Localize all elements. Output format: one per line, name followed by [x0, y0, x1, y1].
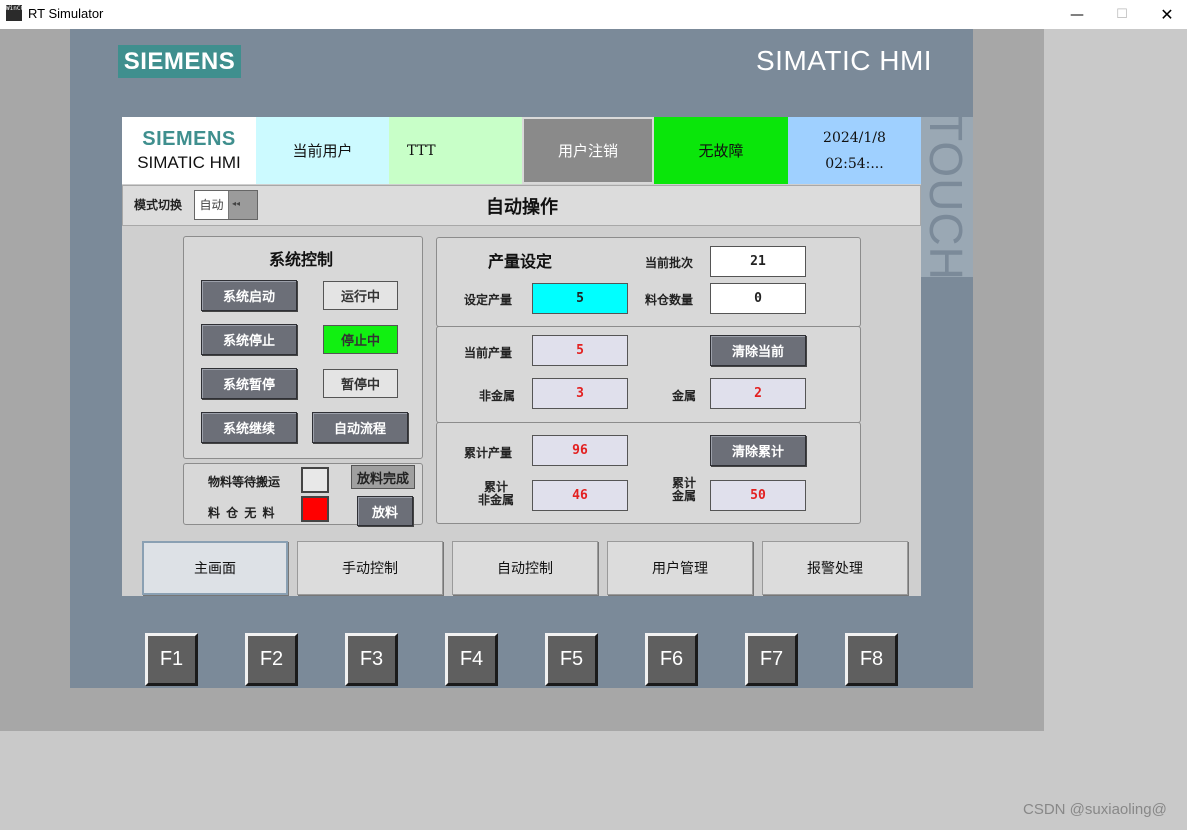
batch-value: 21: [710, 246, 806, 277]
csdn-watermark: CSDN @suxiaoling@: [1023, 801, 1167, 818]
mode-switch-value: 自动: [195, 191, 229, 219]
material-waiting-label: 物料等待搬运: [208, 475, 281, 489]
switch-arrows-icon: ◂◂: [232, 199, 241, 208]
nav-main-screen[interactable]: 主画面: [142, 541, 288, 595]
production-set-title: 产量设定: [488, 252, 553, 271]
f3-key[interactable]: F3: [345, 633, 398, 686]
mode-switch[interactable]: 自动 ◂◂: [194, 190, 258, 220]
running-status: 运行中: [323, 281, 398, 310]
nav-user-management[interactable]: 用户管理: [607, 541, 753, 595]
release-button[interactable]: 放料: [357, 496, 413, 526]
total-nonmetal-label-line2: 非金属: [478, 493, 515, 507]
date-value: 2024/1/8: [823, 129, 886, 146]
nonmetal-value: 3: [532, 378, 628, 409]
bin-empty-indicator: [301, 496, 329, 522]
stopped-status: 停止中: [323, 325, 398, 354]
total-production-value: 96: [532, 435, 628, 466]
current-user-label: 当前用户: [256, 117, 389, 184]
set-production-label: 设定产量: [464, 293, 513, 307]
device-brand-label: SIMATIC HMI: [756, 45, 933, 76]
f5-key[interactable]: F5: [545, 633, 598, 686]
total-production-label: 累计产量: [464, 446, 513, 460]
system-start-button[interactable]: 系统启动: [201, 280, 297, 311]
fault-status: 无故障: [654, 117, 788, 184]
time-value: 02:54:...: [825, 155, 884, 172]
bin-quantity-value: 0: [710, 283, 806, 314]
close-button[interactable]: ✕: [1144, 0, 1187, 29]
release-done-button[interactable]: 放料完成: [351, 465, 415, 489]
f1-key[interactable]: F1: [145, 633, 198, 686]
touch-label: TOUCH: [920, 113, 972, 281]
system-pause-button[interactable]: 系统暂停: [201, 368, 297, 399]
paused-status: 暂停中: [323, 369, 398, 398]
auto-flow-button[interactable]: 自动流程: [312, 412, 408, 443]
device-siemens-logo: SIEMENS: [118, 45, 241, 78]
window-title: RT Simulator: [28, 6, 104, 21]
mode-switch-label: 模式切换: [134, 198, 183, 212]
window-titlebar: WinCC RT Simulator — ☐ ✕: [0, 0, 1187, 29]
system-control-title: 系统控制: [269, 250, 334, 269]
f6-key[interactable]: F6: [645, 633, 698, 686]
material-waiting-indicator: [301, 467, 329, 493]
header-logo-siemens: SIEMENS: [142, 128, 236, 150]
clear-total-button[interactable]: 清除累计: [710, 435, 806, 466]
total-metal-label: 累计 金属: [672, 477, 696, 503]
page-title: 自动操作: [486, 197, 558, 218]
f2-key[interactable]: F2: [245, 633, 298, 686]
header-logo: SIEMENS SIMATIC HMI: [122, 117, 256, 184]
nav-alarm-handling[interactable]: 报警处理: [762, 541, 908, 595]
minimize-button[interactable]: —: [1054, 0, 1100, 29]
clear-current-button[interactable]: 清除当前: [710, 335, 806, 366]
nonmetal-label: 非金属: [479, 389, 516, 403]
total-metal-label-line2: 金属: [672, 489, 697, 503]
logout-button[interactable]: 用户注销: [522, 117, 654, 184]
metal-label: 金属: [672, 389, 697, 403]
current-production-value: 5: [532, 335, 628, 366]
datetime-display: 2024/1/8 02:54:...: [788, 117, 921, 184]
bin-empty-label: 料 仓 无 料: [208, 506, 276, 520]
bin-quantity-label: 料仓数量: [645, 293, 694, 307]
total-metal-value: 50: [710, 480, 806, 511]
nav-auto-control[interactable]: 自动控制: [452, 541, 598, 595]
set-production-input[interactable]: 5: [532, 283, 628, 314]
system-stop-button[interactable]: 系统停止: [201, 324, 297, 355]
app-icon: WinCC: [6, 5, 22, 21]
f8-key[interactable]: F8: [845, 633, 898, 686]
total-nonmetal-label: 累计 非金属: [478, 481, 514, 507]
current-production-label: 当前产量: [464, 346, 513, 360]
nav-manual-control[interactable]: 手动控制: [297, 541, 443, 595]
f7-key[interactable]: F7: [745, 633, 798, 686]
metal-value: 2: [710, 378, 806, 409]
current-user-value: TTT: [389, 117, 522, 184]
maximize-button[interactable]: ☐: [1099, 0, 1145, 29]
total-nonmetal-value: 46: [532, 480, 628, 511]
system-resume-button[interactable]: 系统继续: [201, 412, 297, 443]
header-logo-simatic: SIMATIC HMI: [137, 153, 241, 172]
batch-label: 当前批次: [645, 256, 694, 270]
f4-key[interactable]: F4: [445, 633, 498, 686]
